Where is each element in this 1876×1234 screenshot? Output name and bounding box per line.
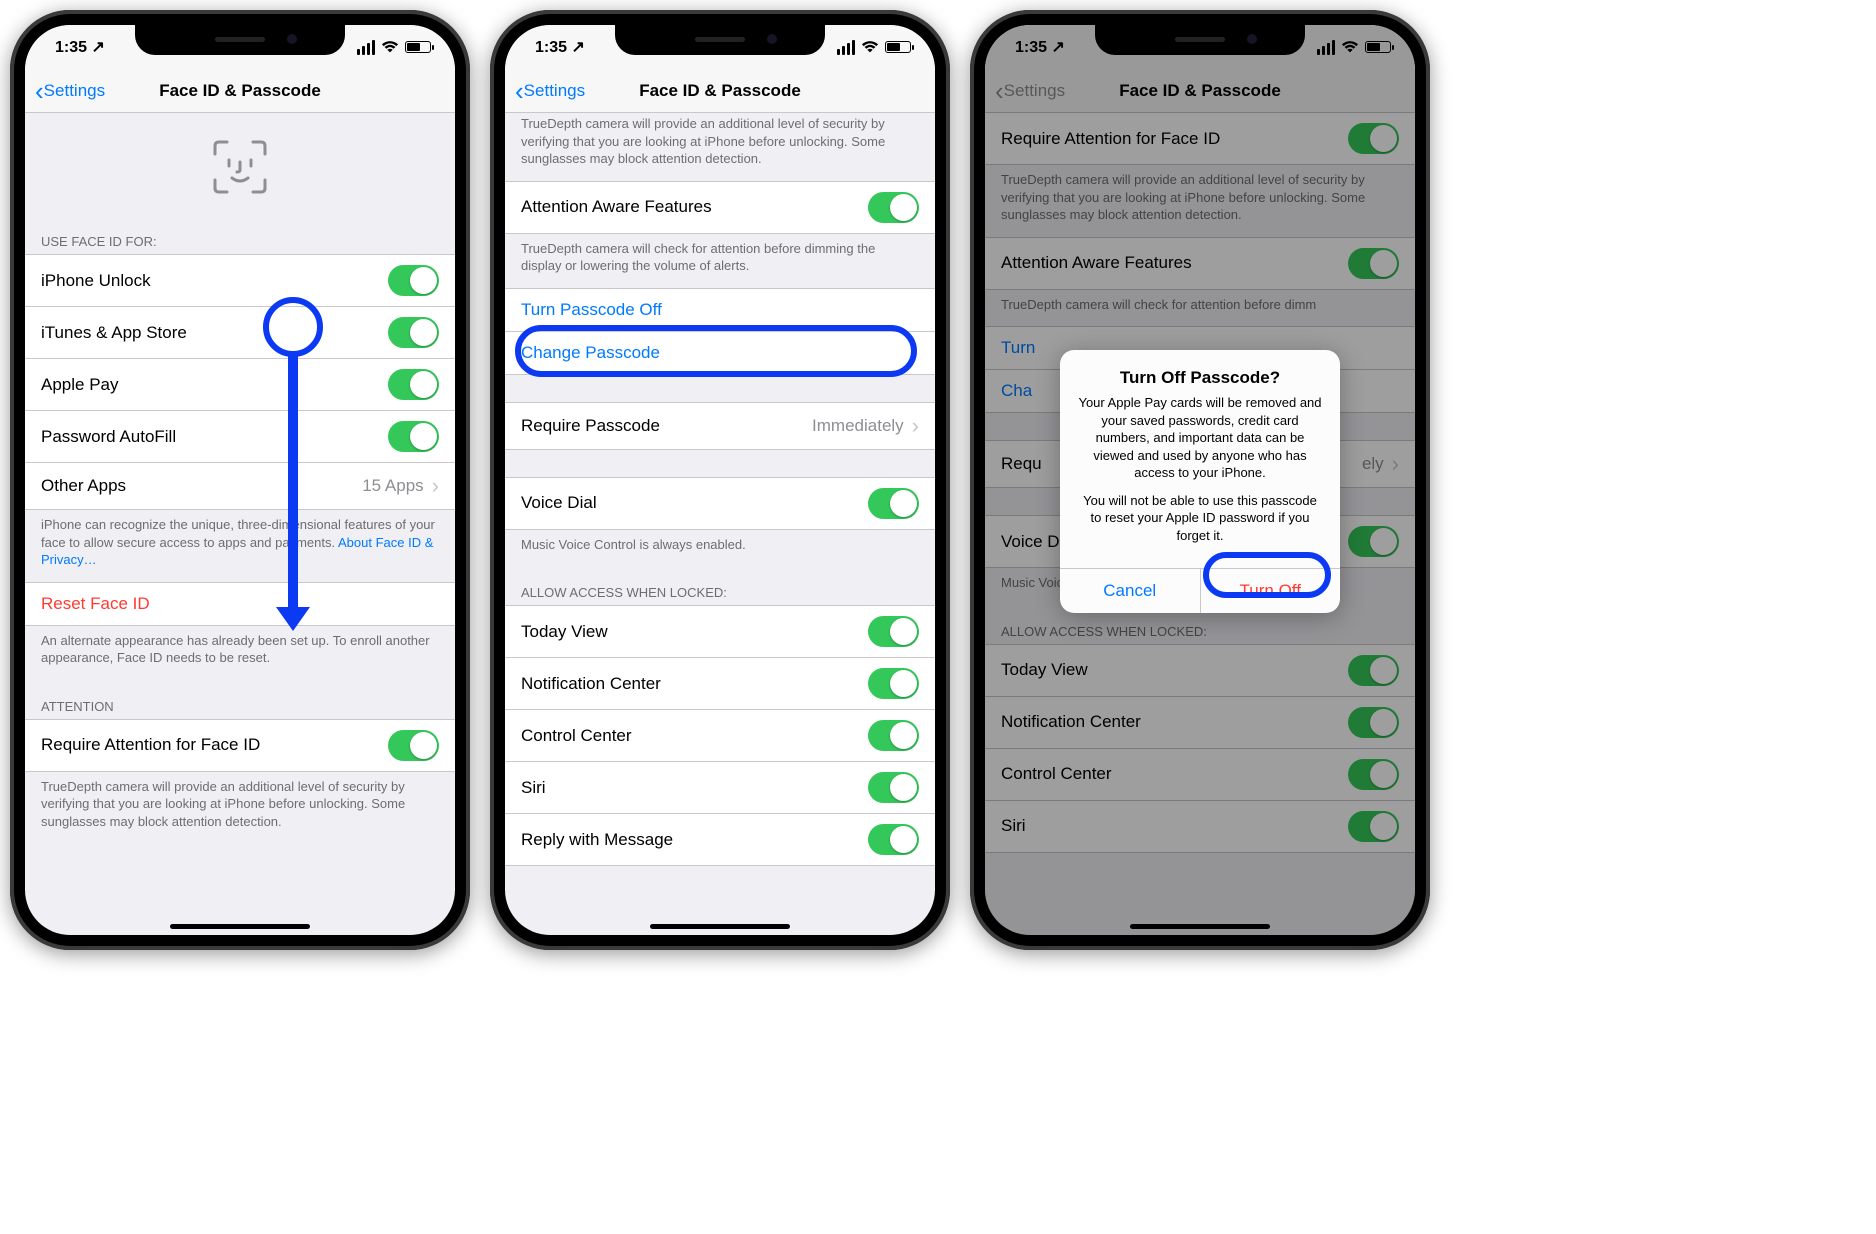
- row-change-passcode[interactable]: Change Passcode: [505, 331, 935, 375]
- cell-signal-icon: [837, 40, 855, 55]
- toggle-on-icon[interactable]: [388, 369, 439, 400]
- page-title: Face ID & Passcode: [505, 81, 935, 101]
- footer-alternate: An alternate appearance has already been…: [25, 626, 455, 681]
- toggle-on-icon[interactable]: [868, 824, 919, 855]
- row-other-apps[interactable]: Other Apps15 Apps ›: [25, 462, 455, 510]
- toggle-on-icon[interactable]: [868, 488, 919, 519]
- row-require-attention[interactable]: Require Attention for Face ID: [25, 719, 455, 772]
- nav-header: ‹Settings Face ID & Passcode: [25, 69, 455, 113]
- chevron-right-icon: ›: [912, 413, 919, 439]
- location-icon: ↗: [571, 39, 584, 56]
- row-label: Notification Center: [521, 674, 868, 694]
- location-icon: ↗: [91, 39, 104, 56]
- notch: [615, 25, 825, 55]
- home-indicator[interactable]: [1130, 924, 1270, 929]
- row-label: Change Passcode: [521, 343, 919, 363]
- row-label: Turn Passcode Off: [521, 300, 919, 320]
- alert-turn-off-passcode: Turn Off Passcode? Your Apple Pay cards …: [1060, 350, 1340, 613]
- nav-header: ‹Settings Face ID & Passcode: [505, 69, 935, 113]
- phone-2: 1:35 ↗ ‹Settings Face ID & Passcode True…: [490, 10, 950, 950]
- toggle-on-icon[interactable]: [868, 192, 919, 223]
- alert-turnoff-button[interactable]: Turn Off: [1200, 569, 1341, 613]
- status-time: 1:35: [535, 39, 567, 56]
- faceid-icon: [211, 138, 269, 196]
- row-turn-passcode-off[interactable]: Turn Passcode Off: [505, 288, 935, 332]
- toggle-on-icon[interactable]: [868, 668, 919, 699]
- wifi-icon: [381, 40, 399, 54]
- row-apple-pay[interactable]: Apple Pay: [25, 358, 455, 411]
- annotation-arrow-down: [288, 353, 298, 613]
- row-itunes-appstore[interactable]: iTunes & App Store: [25, 306, 455, 359]
- row-label: Password AutoFill: [41, 427, 388, 447]
- row-label: Reset Face ID: [41, 594, 439, 614]
- toggle-on-icon[interactable]: [868, 772, 919, 803]
- notch: [135, 25, 345, 55]
- home-indicator[interactable]: [170, 924, 310, 929]
- notch: [1095, 25, 1305, 55]
- row-reply-message[interactable]: Reply with Message: [505, 813, 935, 866]
- cell-signal-icon: [357, 40, 375, 55]
- row-notification-center[interactable]: Notification Center: [505, 657, 935, 710]
- footer-truedepth: TrueDepth camera will provide an additio…: [25, 772, 455, 845]
- toggle-on-icon[interactable]: [868, 720, 919, 751]
- row-password-autofill[interactable]: Password AutoFill: [25, 410, 455, 463]
- phone-3: 1:35 ↗ ‹Settings Face ID & Passcode Requ…: [970, 10, 1430, 950]
- row-label: Siri: [521, 778, 868, 798]
- footer-voice-dial: Music Voice Control is always enabled.: [505, 530, 935, 568]
- alert-message: Your Apple Pay cards will be removed and…: [1076, 394, 1324, 544]
- row-label: Other Apps: [41, 476, 362, 496]
- row-require-passcode[interactable]: Require PasscodeImmediately ›: [505, 402, 935, 450]
- section-header-attention: ATTENTION: [25, 681, 455, 720]
- row-label: Require Passcode: [521, 416, 812, 436]
- battery-icon: [405, 41, 431, 53]
- toggle-on-icon[interactable]: [388, 730, 439, 761]
- home-indicator[interactable]: [650, 924, 790, 929]
- row-detail: 15 Apps: [362, 476, 423, 496]
- toggle-on-icon[interactable]: [388, 265, 439, 296]
- row-today-view[interactable]: Today View: [505, 605, 935, 658]
- row-reset-faceid[interactable]: Reset Face ID: [25, 582, 455, 626]
- row-label: Control Center: [521, 726, 868, 746]
- section-header-allow-locked: ALLOW ACCESS WHEN LOCKED:: [505, 567, 935, 606]
- row-label: iPhone Unlock: [41, 271, 388, 291]
- row-siri[interactable]: Siri: [505, 761, 935, 814]
- section-header-use-faceid: USE FACE ID FOR:: [25, 216, 455, 255]
- alert-cancel-button[interactable]: Cancel: [1060, 569, 1200, 613]
- footer-attention-aware: TrueDepth camera will check for attentio…: [505, 234, 935, 289]
- toggle-on-icon[interactable]: [388, 421, 439, 452]
- footer-truedepth-partial: TrueDepth camera will provide an additio…: [505, 113, 935, 182]
- wifi-icon: [861, 40, 879, 54]
- battery-icon: [885, 41, 911, 53]
- row-label: Attention Aware Features: [521, 197, 868, 217]
- row-label: Apple Pay: [41, 375, 388, 395]
- toggle-on-icon[interactable]: [388, 317, 439, 348]
- row-iphone-unlock[interactable]: iPhone Unlock: [25, 254, 455, 307]
- toggle-on-icon[interactable]: [868, 616, 919, 647]
- row-label: iTunes & App Store: [41, 323, 388, 343]
- row-label: Reply with Message: [521, 830, 868, 850]
- page-title: Face ID & Passcode: [25, 81, 455, 101]
- row-control-center[interactable]: Control Center: [505, 709, 935, 762]
- status-time: 1:35: [55, 39, 87, 56]
- phone-1: 1:35 ↗ ‹Settings Face ID & Passcode USE …: [10, 10, 470, 950]
- row-label: Today View: [521, 622, 868, 642]
- row-attention-aware[interactable]: Attention Aware Features: [505, 181, 935, 234]
- row-label: Voice Dial: [521, 493, 868, 513]
- faceid-hero: [25, 113, 455, 216]
- alert-title: Turn Off Passcode?: [1076, 368, 1324, 388]
- row-detail: Immediately: [812, 416, 904, 436]
- row-voice-dial[interactable]: Voice Dial: [505, 477, 935, 530]
- footer-faceid-info: iPhone can recognize the unique, three-d…: [25, 510, 455, 583]
- row-label: Require Attention for Face ID: [41, 735, 388, 755]
- chevron-right-icon: ›: [432, 473, 439, 499]
